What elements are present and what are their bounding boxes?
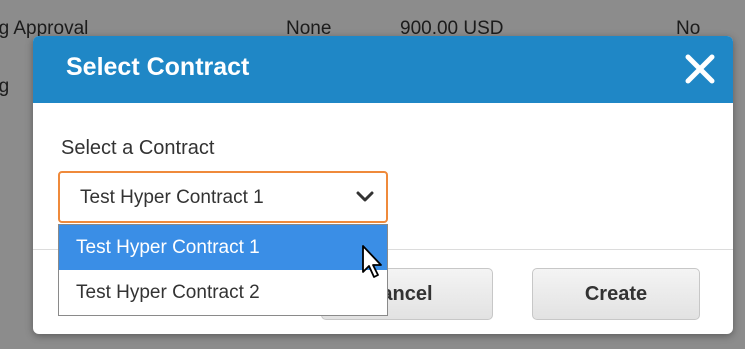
create-button[interactable]: Create [532, 268, 700, 320]
chevron-down-icon [356, 191, 374, 202]
contract-field-label: Select a Contract [61, 137, 215, 159]
dialog-header: Select Contract [33, 36, 733, 103]
close-icon[interactable] [683, 52, 717, 86]
dialog-title: Select Contract [66, 53, 250, 81]
contract-option[interactable]: Test Hyper Contract 2 [59, 270, 387, 315]
contract-select-value: Test Hyper Contract 1 [80, 187, 264, 208]
contract-options-list: Test Hyper Contract 1 Test Hyper Contrac… [58, 224, 388, 316]
contract-option[interactable]: Test Hyper Contract 1 [59, 225, 387, 270]
mouse-pointer-icon [362, 245, 382, 278]
contract-select[interactable]: Test Hyper Contract 1 [58, 171, 388, 223]
